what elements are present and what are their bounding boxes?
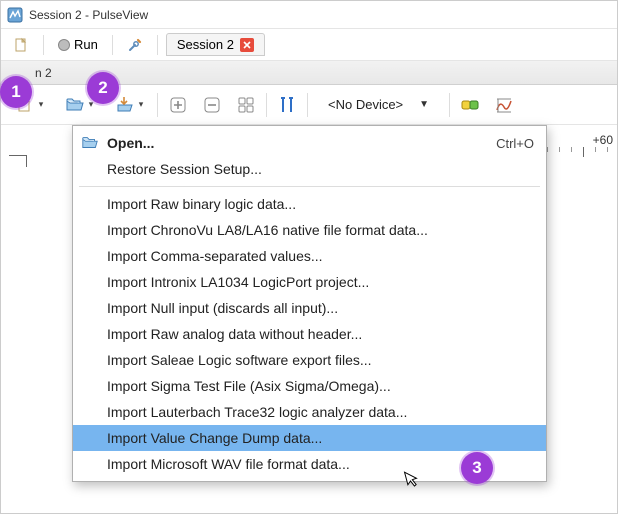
menu-item-label: Import Value Change Dump data... <box>103 430 534 446</box>
save-as-icon <box>115 95 135 115</box>
separator <box>266 93 267 117</box>
app-icon <box>7 7 23 23</box>
zoom-in-button[interactable] <box>164 91 192 119</box>
separator <box>449 93 450 117</box>
menu-item-label: Import Raw analog data without header... <box>103 326 534 342</box>
menu-item-accelerator: Ctrl+O <box>496 136 534 151</box>
math-icon <box>494 95 514 115</box>
annotation-badge-2: 2 <box>87 72 119 104</box>
math-button[interactable] <box>490 91 518 119</box>
menu-item-label: Import Sigma Test File (Asix Sigma/Omega… <box>103 378 534 394</box>
annotation-badge-1: 1 <box>0 76 32 108</box>
tools-icon <box>127 37 143 53</box>
menu-item[interactable]: Import Raw binary logic data... <box>73 191 546 217</box>
menu-item[interactable]: Import Null input (discards all input)..… <box>73 295 546 321</box>
run-indicator-icon <box>58 39 70 51</box>
device-selector[interactable]: <No Device> ▼ <box>320 95 437 114</box>
channels-icon <box>460 95 480 115</box>
menu-item-label: Import ChronoVu LA8/LA16 native file for… <box>103 222 534 238</box>
close-tab-button[interactable] <box>240 38 254 52</box>
menu-item-label: Open... <box>103 135 496 151</box>
menu-item-label: Import Lauterbach Trace32 logic analyzer… <box>103 404 534 420</box>
menu-item-label: Import Comma-separated values... <box>103 248 534 264</box>
menu-item[interactable]: Import Sigma Test File (Asix Sigma/Omega… <box>73 373 546 399</box>
menu-item-label: Import Raw binary logic data... <box>103 196 534 212</box>
session-tab[interactable]: Session 2 <box>166 33 265 56</box>
cursors-button[interactable] <box>273 91 301 119</box>
annotation-badge-3: 3 <box>461 452 493 484</box>
zoom-fit-button[interactable] <box>232 91 260 119</box>
tools-button[interactable] <box>121 35 149 55</box>
menu-item[interactable]: Import Raw analog data without header... <box>73 321 546 347</box>
menu-item[interactable]: Import Lauterbach Trace32 logic analyzer… <box>73 399 546 425</box>
document-icon <box>13 37 29 53</box>
run-label: Run <box>74 37 98 52</box>
separator <box>112 35 113 55</box>
channels-button[interactable] <box>456 91 484 119</box>
menu-item[interactable]: Import ChronoVu LA8/LA16 native file for… <box>73 217 546 243</box>
menu-item[interactable]: Import Value Change Dump data... <box>73 425 546 451</box>
menu-separator <box>79 186 540 187</box>
cursors-icon <box>277 95 297 115</box>
menu-item[interactable]: Open...Ctrl+O <box>73 130 546 156</box>
menu-item[interactable]: Import Intronix LA1034 LogicPort project… <box>73 269 546 295</box>
run-button[interactable]: Run <box>52 35 104 54</box>
tab-label: Session 2 <box>177 37 234 52</box>
chevron-down-icon: ▼ <box>419 99 429 110</box>
menu-item[interactable]: Import Comma-separated values... <box>73 243 546 269</box>
open-menu: Open...Ctrl+O Restore Session Setup... Imp… <box>72 125 547 482</box>
channel-rail <box>1 155 41 173</box>
menu-item-label: Import Saleae Logic software export file… <box>103 352 534 368</box>
ruler-right-label: +60 <box>593 133 613 147</box>
main-toolbar: Run Session 2 <box>1 29 617 61</box>
close-icon <box>243 41 251 49</box>
device-label: <No Device> <box>328 97 403 112</box>
separator <box>43 35 44 55</box>
separator <box>307 93 308 117</box>
zoom-fit-icon <box>236 95 256 115</box>
separator <box>157 93 158 117</box>
folder-icon <box>77 134 103 152</box>
zoom-in-icon <box>168 95 188 115</box>
zoom-out-icon <box>202 95 222 115</box>
folder-open-icon <box>65 95 85 115</box>
session-header-label: n 2 <box>35 66 52 80</box>
window-title: Session 2 - PulseView <box>29 8 148 22</box>
zoom-out-button[interactable] <box>198 91 226 119</box>
menu-item[interactable]: Import Saleae Logic software export file… <box>73 347 546 373</box>
menu-item[interactable]: Restore Session Setup... <box>73 156 546 182</box>
new-doc-button[interactable] <box>7 35 35 55</box>
separator <box>157 35 158 55</box>
canvas-area[interactable]: ms +60 Open...Ctrl+ORestore Session Setu… <box>1 125 617 513</box>
menu-item-label: Restore Session Setup... <box>103 161 534 177</box>
menu-item-label: Import Null input (discards all input)..… <box>103 300 534 316</box>
menu-item-label: Import Intronix LA1034 LogicPort project… <box>103 274 534 290</box>
title-bar: Session 2 - PulseView <box>1 1 617 29</box>
